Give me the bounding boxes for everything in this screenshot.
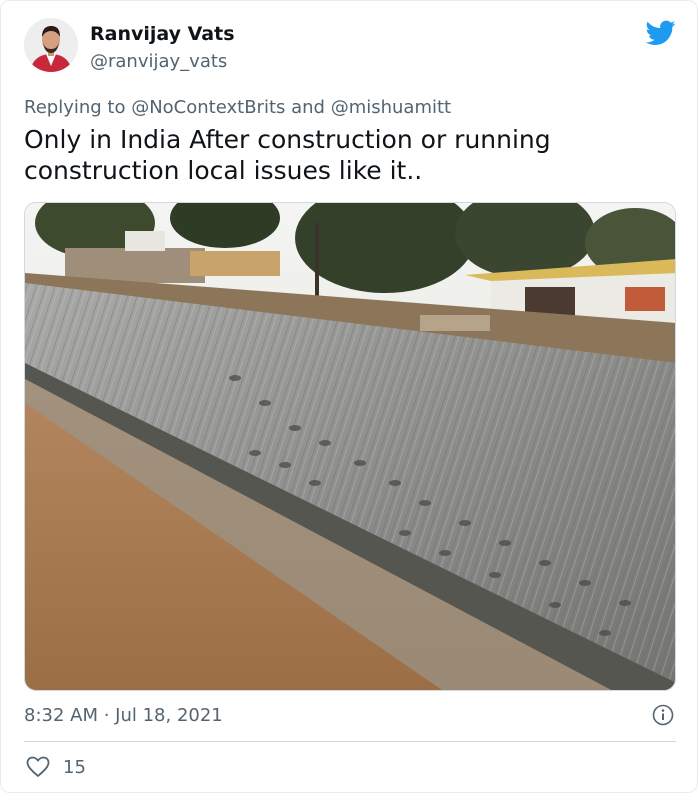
replying-to: Replying to @NoContextBrits and @mishuam… bbox=[24, 96, 451, 120]
avatar-photo bbox=[24, 18, 78, 72]
mention-nocontextbrits[interactable]: @NoContextBrits bbox=[131, 97, 285, 118]
like-count: 15 bbox=[63, 757, 86, 778]
info-icon[interactable] bbox=[652, 704, 674, 726]
mention-mishuamitt[interactable]: @mishuamitt bbox=[331, 97, 451, 118]
tweet-text: Only in India After construction or runn… bbox=[24, 125, 551, 185]
tweet-photo[interactable] bbox=[24, 202, 676, 691]
divider bbox=[24, 741, 676, 742]
tweet-timestamp[interactable]: 8:32 AM · Jul 18, 2021 bbox=[24, 704, 223, 728]
author-name[interactable]: Ranvijay Vats bbox=[90, 22, 235, 46]
replying-prefix: Replying to bbox=[24, 97, 132, 118]
road-construction-photo bbox=[25, 203, 675, 690]
heart-icon[interactable] bbox=[26, 756, 50, 778]
avatar[interactable] bbox=[24, 18, 78, 72]
twitter-bird-icon[interactable] bbox=[645, 20, 676, 46]
author-handle[interactable]: @ranvijay_vats bbox=[90, 50, 227, 74]
replying-joiner: and bbox=[285, 97, 331, 118]
